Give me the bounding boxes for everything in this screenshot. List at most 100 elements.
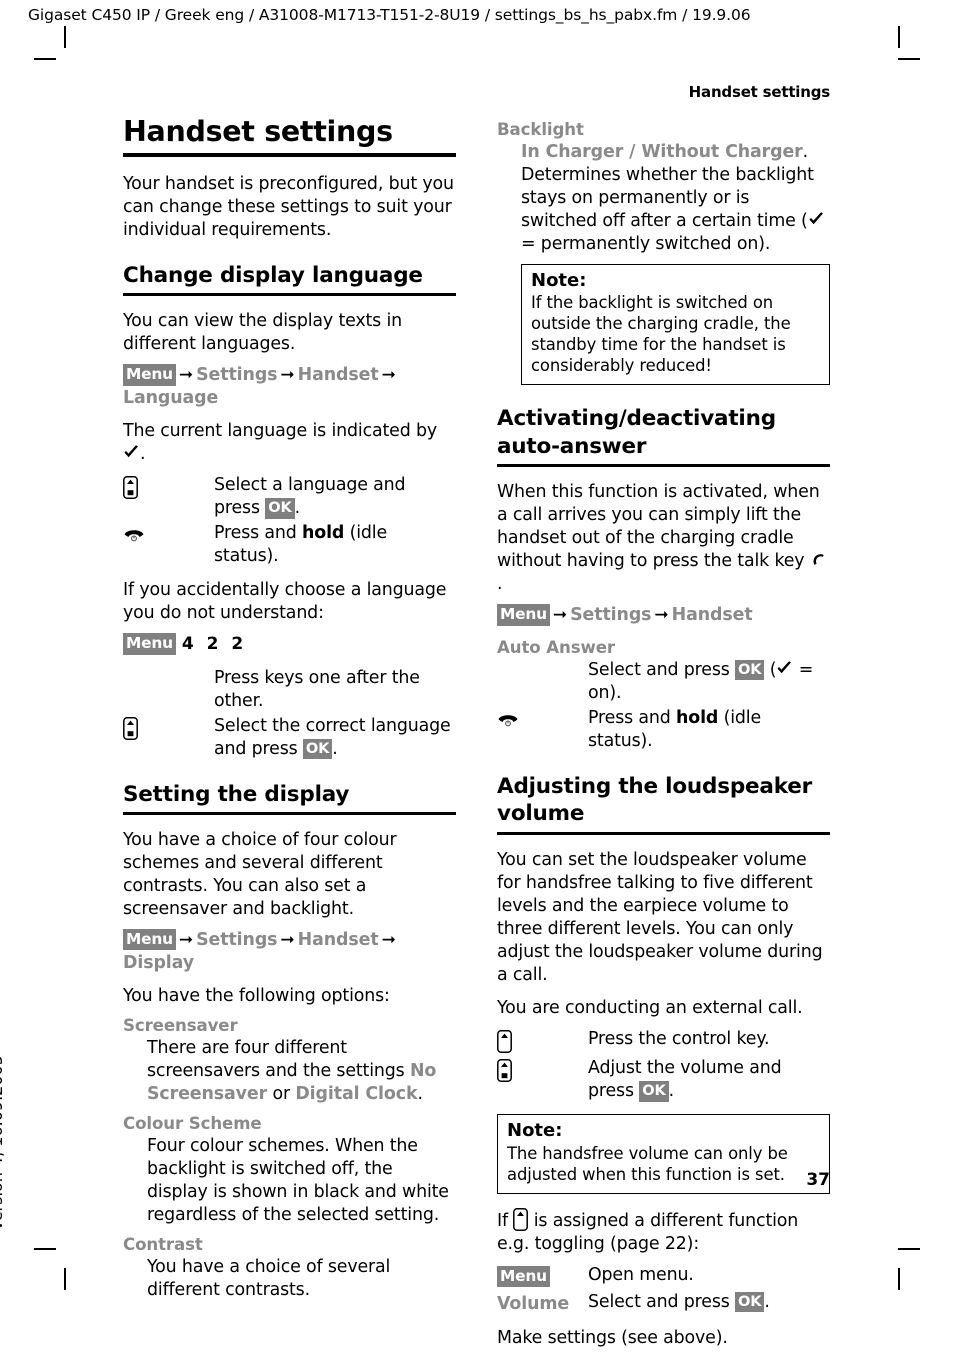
step-text: Select a language and press OK.	[214, 474, 456, 520]
checkmark-icon	[776, 660, 793, 675]
menu-path-item-handset[interactable]: Handset	[298, 930, 379, 950]
control-key-updown-icon	[123, 715, 214, 742]
step-text-pre: Adjust the volume and press	[588, 1058, 782, 1102]
step-text-pre: Press and	[214, 523, 303, 544]
step-text-post: .	[668, 1081, 675, 1102]
section-setting-the-display: Setting the display You have a choice of…	[123, 781, 456, 1302]
step-text: Press the control key.	[588, 1029, 770, 1050]
note-box-backlight: Note: If the backlight is switched on ou…	[521, 263, 830, 386]
checkmark-icon	[123, 444, 140, 459]
step-text-pre: Press and	[588, 707, 677, 728]
step-text-mid: (	[764, 659, 777, 680]
menu-softkey-badge[interactable]: Menu	[123, 633, 176, 655]
menu-softkey-badge[interactable]: Menu	[123, 364, 176, 386]
ok-softkey-badge[interactable]: OK	[302, 738, 333, 760]
loudspeaker-intro: You can set the loudspeaker volume for h…	[497, 849, 823, 985]
page-body: Handset settings 37 Handset settings You…	[0, 74, 954, 1348]
option-def-backlight: In Charger / Without Charger. Determines…	[521, 141, 830, 256]
menu-path-item-settings[interactable]: Settings	[570, 605, 651, 625]
crop-mark-bottom-right-vertical	[898, 1268, 900, 1290]
language-indicator-text-pre: The current language is indicated by	[123, 421, 438, 442]
menu-path-item-language[interactable]: Language	[123, 388, 218, 408]
section-heading-auto-answer: Activating/deactivating auto-answer	[497, 406, 776, 459]
menu-item-volume-cell: Volume	[497, 1291, 588, 1316]
chapter-title: Handset settings	[123, 115, 393, 148]
note-body: The handsfree volume can only be adjuste…	[507, 1143, 788, 1184]
crop-mark-bottom-right-horizontal	[898, 1248, 920, 1250]
section-rule-auto-answer	[497, 464, 830, 468]
menu-path-item-settings[interactable]: Settings	[196, 930, 277, 950]
language-fallback-intro: If you accidentally choose a language yo…	[123, 580, 447, 624]
option-block-backlight: Backlight In Charger / Without Charger. …	[497, 120, 830, 386]
note-title: Note:	[507, 1120, 563, 1142]
ok-softkey-badge[interactable]: OK	[735, 659, 765, 681]
option-term-colour-scheme: Colour Scheme	[123, 1114, 262, 1134]
menu-softkey-badge[interactable]: Menu	[123, 929, 176, 951]
section-change-display-language: Change display language You can view the…	[123, 262, 456, 761]
step-key-empty	[123, 667, 214, 692]
step-text-pre: Select and press	[588, 1291, 736, 1312]
step-key-empty	[497, 659, 588, 684]
step-text: Press and hold (idle status).	[214, 522, 456, 568]
crop-mark-top-left-vertical	[64, 26, 66, 48]
menu-path-item-handset[interactable]: Handset	[298, 365, 379, 385]
auto-answer-steps: Select and press OK ( = on). Press and h…	[497, 659, 830, 753]
running-head: Handset settings	[688, 83, 831, 101]
menu-path-auto-answer: Menu ➞ Settings ➞ Handset	[497, 604, 830, 627]
def-text-mid: or	[267, 1084, 296, 1105]
step-row: Press keys one after the other.	[123, 667, 456, 713]
def-text-post: .	[417, 1084, 423, 1105]
menu-path-item-display[interactable]: Display	[123, 953, 194, 973]
section-auto-answer: Activating/deactivating auto-answer When…	[497, 405, 830, 752]
menu-path-item-settings[interactable]: Settings	[196, 365, 277, 385]
menu-path-item-handset[interactable]: Handset	[672, 605, 753, 625]
step-row: Select the correct language and press OK…	[123, 715, 456, 761]
option-def-contrast: You have a choice of several different c…	[147, 1256, 391, 1300]
menu-softkey-badge[interactable]: Menu	[497, 1265, 550, 1288]
arrow-icon: ➞	[178, 930, 194, 951]
arrow-icon: ➞	[280, 365, 295, 386]
def-text-pre: There are four different screensavers an…	[147, 1038, 410, 1082]
crop-mark-top-right-vertical	[898, 26, 900, 48]
control-key-up-icon	[513, 1207, 529, 1231]
language-steps: Select a language and press OK. Press an…	[123, 474, 456, 568]
step-text-post: .	[764, 1291, 770, 1312]
ui-value-in-charger-without-charger: In Charger / Without Charger	[521, 141, 803, 162]
step-text: Adjust the volume and press OK.	[588, 1057, 830, 1103]
ok-softkey-badge[interactable]: OK	[265, 498, 295, 519]
step-row: Select a language and press OK.	[123, 474, 456, 520]
menu-path-display: Menu ➞ Settings ➞ Handset ➞Display	[123, 929, 456, 974]
control-key-updown-icon	[123, 474, 214, 501]
step-text-post: .	[294, 498, 301, 519]
language-indicator-note: The current language is indicated by .	[123, 420, 456, 466]
step-text: Press keys one after the other.	[214, 667, 420, 711]
assigned-text-post: is assigned a different function e.g. to…	[497, 1210, 799, 1254]
step-row: Adjust the volume and press OK.	[497, 1057, 830, 1103]
menu-path-fallback: Menu 4 2 2	[123, 633, 456, 656]
menu-softkey-badge[interactable]: Menu	[497, 604, 550, 626]
option-term-contrast: Contrast	[123, 1234, 203, 1254]
arrow-icon: ➞	[552, 605, 568, 626]
step-row: Press the control key.	[497, 1028, 830, 1055]
arrow-icon: ➞	[381, 930, 396, 951]
ok-softkey-badge[interactable]: OK	[639, 1081, 669, 1102]
section-loudspeaker-volume: Adjusting the loudspeaker volume You can…	[497, 773, 830, 1350]
option-def-screensaver: There are four different screensavers an…	[147, 1037, 456, 1106]
section-rule-language	[123, 293, 456, 297]
loudspeaker-menu-steps: Menu Open menu. Volume Select and press …	[497, 1264, 830, 1316]
ok-softkey-badge[interactable]: OK	[735, 1291, 765, 1313]
arrow-icon: ➞	[178, 365, 194, 386]
arrow-icon: ➞	[654, 605, 669, 626]
ui-value-volume[interactable]: Volume	[497, 1294, 569, 1314]
control-key-updown-icon	[497, 1057, 588, 1084]
left-column: Handset settings Your handset is preconf…	[123, 115, 456, 1310]
ui-value-digital-clock: Digital Clock	[295, 1084, 418, 1105]
arrow-icon: ➞	[280, 930, 295, 951]
chapter-rule	[123, 152, 456, 157]
step-text-pre: Select and press	[588, 659, 736, 680]
chapter-intro: Your handset is preconfigured, but you c…	[123, 173, 454, 240]
crop-mark-top-left-horizontal	[34, 58, 56, 60]
end-call-key-icon	[497, 707, 588, 732]
control-key-up-icon	[497, 1028, 588, 1055]
option-term-auto-answer: Auto Answer	[497, 637, 615, 657]
